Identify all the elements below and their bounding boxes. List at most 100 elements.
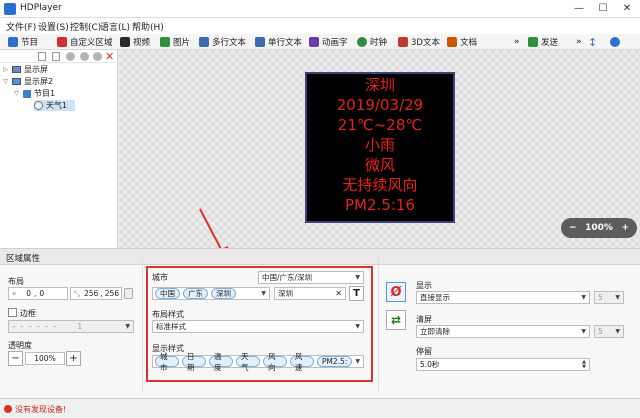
screen-icon bbox=[12, 66, 21, 73]
zoom-out-button[interactable]: − bbox=[569, 223, 577, 233]
city-search-input[interactable]: 深圳 ✕ bbox=[274, 287, 346, 300]
custom-area-icon bbox=[57, 37, 67, 47]
tree-item-screen2[interactable]: ▽ 显示屏2 bbox=[2, 76, 53, 87]
display-style-tag-field[interactable]: 城市 日期 温度 天气 风向 风速 PM2.5: ▼ bbox=[152, 352, 364, 372]
led-city: 深圳 bbox=[364, 76, 395, 94]
tree-item-screen[interactable]: ▷ 显示屏 bbox=[2, 64, 48, 75]
chevron-down-icon: ▼ bbox=[355, 323, 360, 330]
led-temperature: 21℃~28℃ bbox=[337, 116, 423, 134]
move-last-icon[interactable] bbox=[93, 52, 102, 61]
menu-language[interactable]: 语言(L) bbox=[100, 20, 130, 33]
move-up-down-button[interactable]: ↕ bbox=[588, 34, 597, 50]
video-button[interactable]: 视频 bbox=[120, 34, 150, 50]
send-button[interactable]: 发送 bbox=[528, 34, 558, 50]
display-tag[interactable]: 风向 bbox=[262, 352, 287, 372]
zoom-in-button[interactable]: + bbox=[621, 223, 629, 233]
city-tag[interactable]: 广东 bbox=[183, 288, 208, 299]
clock-icon bbox=[357, 37, 367, 47]
animated-text-button[interactable]: 动画字 bbox=[309, 34, 348, 50]
collapse-icon[interactable]: ▽ bbox=[13, 90, 20, 97]
border-size: 1 bbox=[77, 322, 83, 331]
minimize-button[interactable]: — bbox=[568, 2, 590, 16]
clear-icon[interactable]: ✕ bbox=[335, 289, 342, 298]
spinner-icon[interactable]: ▲ ▼ bbox=[582, 359, 586, 370]
city-tag-field[interactable]: 中国 广东 深圳 ▼ bbox=[152, 287, 270, 300]
display-effect-select[interactable]: 直接显示 ▼ bbox=[416, 291, 590, 304]
layout-style-select[interactable]: 标准样式 ▼ bbox=[152, 320, 364, 333]
size-icon: ⤡ bbox=[74, 288, 80, 298]
menu-settings[interactable]: 设置(S) bbox=[38, 20, 69, 33]
opacity-increase-button[interactable]: + bbox=[66, 351, 81, 366]
city-select[interactable]: 中国/广东/深圳 ▼ bbox=[258, 271, 364, 284]
menu-control[interactable]: 控制(C) bbox=[70, 20, 101, 33]
toolbar-more-icon[interactable]: » bbox=[514, 34, 520, 50]
layout-style-label: 布局样式 bbox=[152, 310, 184, 319]
stay-duration-input[interactable]: 5.0秒 ▲ ▼ bbox=[416, 358, 590, 371]
single-line-text-button[interactable]: 单行文本 bbox=[255, 34, 302, 50]
position-field[interactable]: ⌖ 0 , 0 bbox=[8, 287, 68, 300]
tree-item-program1[interactable]: ▽ 节目1 bbox=[13, 88, 55, 99]
city-label: 城市 bbox=[152, 273, 168, 282]
app-logo-icon bbox=[4, 3, 16, 15]
status-text: 没有发现设备! bbox=[15, 405, 67, 414]
display-tag[interactable]: 日期 bbox=[181, 352, 206, 372]
display-tag[interactable]: 天气 bbox=[235, 352, 260, 372]
led-wind-direction: 无持续风向 bbox=[342, 176, 418, 194]
gear-icon bbox=[610, 37, 620, 47]
paste-icon[interactable] bbox=[52, 52, 60, 61]
display-tag[interactable]: PM2.5: bbox=[316, 356, 353, 367]
3d-text-button[interactable]: 3D文本 bbox=[398, 34, 440, 50]
maximize-button[interactable]: ☐ bbox=[592, 2, 614, 16]
opacity-decrease-button[interactable]: − bbox=[8, 351, 23, 366]
multiline-text-button[interactable]: 多行文本 bbox=[199, 34, 246, 50]
y-value: 0 bbox=[39, 289, 45, 298]
send-icon bbox=[528, 37, 538, 47]
warning-icon bbox=[4, 405, 12, 413]
no-effect-button[interactable]: Ø bbox=[386, 282, 406, 302]
display-tag[interactable]: 风速 bbox=[289, 352, 314, 372]
video-icon bbox=[120, 37, 130, 47]
move-up-icon[interactable] bbox=[66, 52, 75, 61]
expand-icon[interactable]: ▷ bbox=[2, 66, 9, 73]
weather-icon bbox=[34, 101, 43, 110]
led-screen-preview[interactable]: 深圳 2019/03/29 21℃~28℃ 小雨 微风 无持续风向 PM2.5:… bbox=[305, 72, 455, 223]
clear-speed-select[interactable]: 5 ▼ bbox=[594, 325, 624, 338]
height-value: 256 bbox=[104, 289, 120, 298]
border-select[interactable]: – – – – – – 1 ▼ bbox=[8, 320, 134, 333]
border-checkbox[interactable] bbox=[8, 308, 17, 317]
delete-icon[interactable]: ✕ bbox=[105, 50, 114, 63]
size-field[interactable]: ⤡ 256 , 256 bbox=[70, 287, 122, 300]
program-tree-panel: ✕ ▷ 显示屏 ▽ 显示屏2 ▽ 节目1 天气1 bbox=[0, 50, 118, 248]
led-weather: 小雨 bbox=[364, 136, 395, 154]
city-tag[interactable]: 中国 bbox=[155, 288, 180, 299]
move-down-icon[interactable] bbox=[80, 52, 89, 61]
random-effect-button[interactable]: ⇄ bbox=[386, 310, 406, 330]
position-icon: ⌖ bbox=[12, 288, 17, 298]
program-button[interactable]: 节目 bbox=[8, 34, 38, 50]
city-tag[interactable]: 深圳 bbox=[211, 288, 236, 299]
settings-button[interactable] bbox=[610, 34, 620, 50]
image-button[interactable]: 图片 bbox=[160, 34, 190, 50]
properties-header: 区域属性 bbox=[0, 249, 640, 265]
display-tag[interactable]: 城市 bbox=[155, 352, 179, 372]
lock-icon[interactable] bbox=[124, 288, 133, 299]
chevron-down-icon: ▼ bbox=[125, 323, 130, 330]
panel-divider bbox=[378, 258, 379, 392]
tree-item-weather1[interactable]: 天气1 bbox=[34, 100, 76, 111]
display-tag[interactable]: 温度 bbox=[208, 352, 233, 372]
opacity-label: 透明度 bbox=[8, 341, 32, 350]
led-date: 2019/03/29 bbox=[336, 96, 424, 114]
clock-button[interactable]: 时钟 bbox=[357, 34, 387, 50]
menu-help[interactable]: 帮助(H) bbox=[132, 20, 164, 33]
display-speed-select[interactable]: 5 ▼ bbox=[594, 291, 624, 304]
clear-effect-select[interactable]: 立即清除 ▼ bbox=[416, 325, 590, 338]
text-format-button[interactable]: T bbox=[349, 286, 364, 301]
opacity-input[interactable]: 100% bbox=[25, 352, 65, 365]
toolbar-more-icon-2[interactable]: » bbox=[576, 34, 582, 50]
collapse-icon[interactable]: ▽ bbox=[2, 78, 9, 85]
document-button[interactable]: 文档 bbox=[447, 34, 477, 50]
copy-icon[interactable] bbox=[38, 52, 46, 61]
custom-area-button[interactable]: 自定义区域 bbox=[57, 34, 113, 50]
close-button[interactable]: ✕ bbox=[616, 2, 638, 16]
menu-file[interactable]: 文件(F) bbox=[6, 20, 36, 33]
